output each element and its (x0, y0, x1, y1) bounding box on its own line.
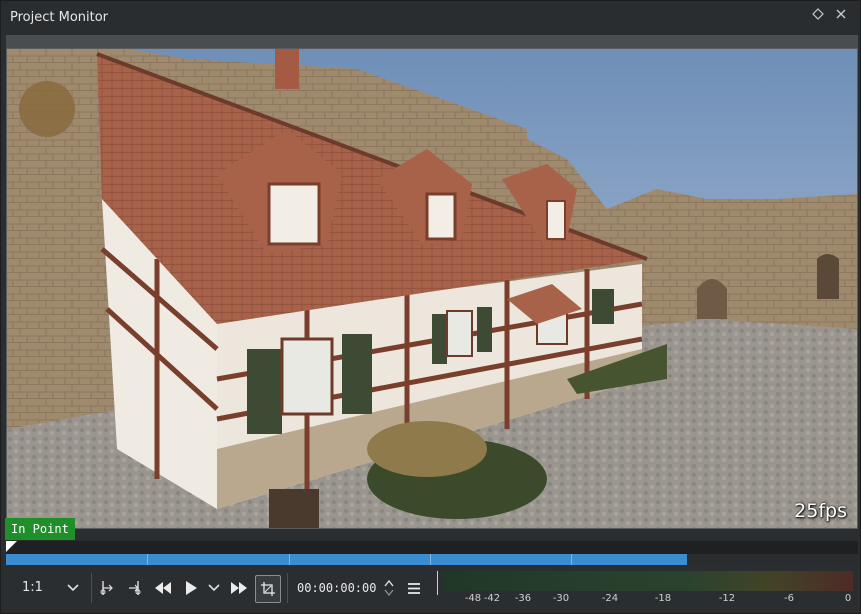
fps-overlay: 25fps (794, 500, 847, 522)
meter-scale-label: 0 (844, 593, 852, 604)
spin-arrows-icon (384, 579, 394, 597)
in-point-marker[interactable] (6, 541, 17, 552)
set-in-point-button[interactable] (96, 575, 118, 601)
chevron-down-icon (67, 584, 79, 592)
meter-scale-label: -30 (552, 593, 570, 604)
meter-level-bar (441, 571, 853, 591)
meter-scale-label: -48 (464, 593, 482, 604)
play-button[interactable] (180, 575, 202, 601)
monitor-top-strip (6, 35, 858, 48)
set-out-point-icon (129, 581, 141, 595)
meter-scale-label: -36 (514, 593, 532, 604)
forward-icon (231, 582, 247, 594)
zoom-dropdown-button[interactable] (64, 575, 82, 601)
meter-scale-label: -6 (784, 593, 794, 604)
chevron-down-icon (208, 584, 220, 592)
meter-start-line (437, 571, 438, 595)
timecode-stepper[interactable] (381, 575, 397, 601)
video-preview[interactable]: 25fps (6, 48, 858, 529)
meter-scale-label: -24 (601, 593, 619, 604)
hamburger-menu-icon (408, 582, 420, 594)
title-bar: Project Monitor (1, 1, 860, 35)
set-in-point-icon (100, 581, 113, 595)
progress-tick (571, 554, 572, 565)
toolbar-separator (287, 573, 288, 603)
toolbar-separator (91, 573, 92, 603)
forward-button[interactable] (227, 575, 251, 601)
progress-tick (147, 554, 148, 565)
rewind-icon (155, 582, 171, 594)
audio-level-meter: -48 -42 -36 -30 -24 -18 -12 -6 0 (437, 571, 855, 607)
playback-progress-track[interactable] (6, 554, 858, 565)
timecode-display[interactable]: 00:00:00:00 (297, 581, 376, 595)
crop-icon (261, 582, 275, 596)
diamond-icon (812, 8, 824, 20)
monitor-toolbar: 1:1 00:00:00:00 -48 -42 -36 -30 -24 -18 … (6, 567, 858, 611)
project-monitor-window: Project Monitor 25fps In Point 1:1 00:00… (0, 0, 861, 614)
video-frame (7, 49, 857, 528)
meter-scale-label: -12 (718, 593, 736, 604)
close-icon (836, 9, 846, 19)
monitor-menu-button[interactable] (404, 575, 424, 601)
progress-tick (430, 554, 431, 565)
crop-toggle-button[interactable] (255, 575, 281, 603)
zoom-level-value[interactable]: 1:1 (22, 580, 43, 595)
rewind-button[interactable] (151, 575, 175, 601)
progress-tick (289, 554, 290, 565)
play-options-dropdown[interactable] (205, 575, 223, 601)
in-point-badge: In Point (5, 518, 75, 540)
playback-progress-fill (6, 554, 687, 565)
meter-scale-label: -18 (654, 593, 672, 604)
close-button[interactable] (835, 8, 853, 26)
play-icon (186, 581, 197, 595)
float-button[interactable] (812, 8, 830, 26)
meter-scale-label: -42 (483, 593, 501, 604)
timeline-ruler[interactable] (6, 541, 858, 554)
window-title: Project Monitor (10, 10, 109, 25)
set-out-point-button[interactable] (123, 575, 145, 601)
